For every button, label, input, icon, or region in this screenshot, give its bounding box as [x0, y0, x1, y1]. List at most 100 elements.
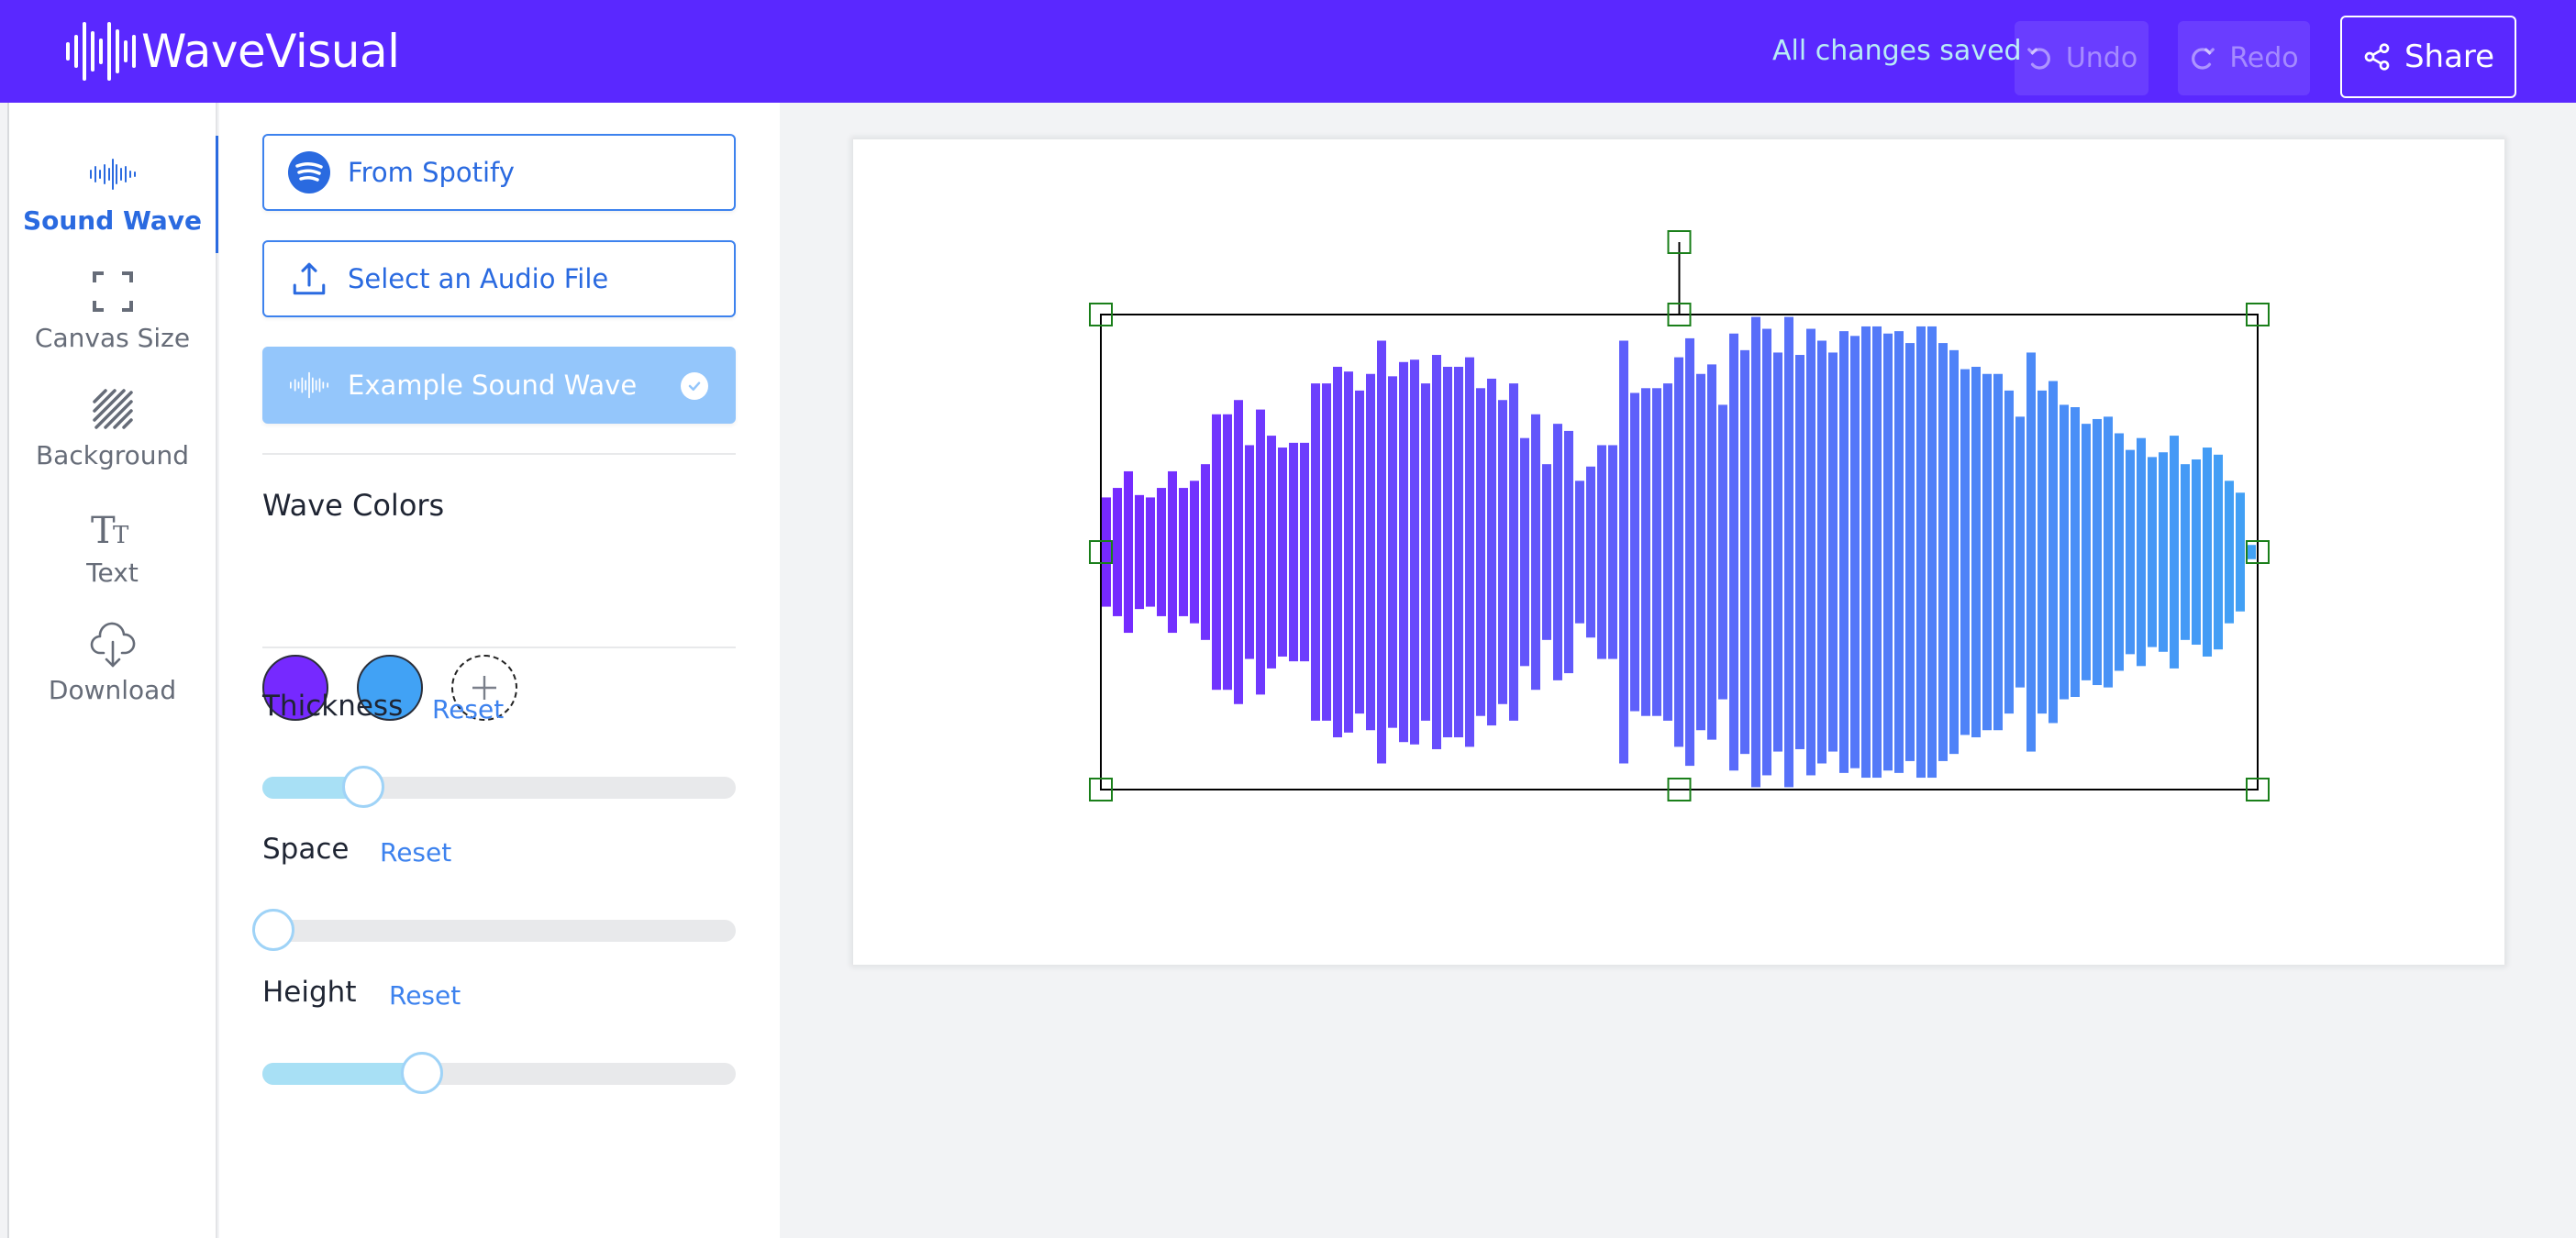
wave-bar [1850, 336, 1860, 768]
wave-bar [2060, 404, 2069, 700]
wave-bar [1377, 340, 1386, 764]
thickness-label: Thickness [262, 690, 404, 723]
wave-bar [1531, 414, 1540, 691]
sidebar-item-background[interactable]: Background [9, 383, 216, 470]
wave-bar [1168, 470, 1177, 634]
background-icon [92, 389, 133, 429]
sidebar-label: Sound Wave [22, 205, 203, 236]
sidebar-item-download[interactable]: Download [9, 618, 216, 705]
wave-bar [2126, 449, 2135, 655]
wave-bar [1674, 357, 1683, 747]
selected-check-icon [681, 372, 708, 400]
wave-bar [1795, 355, 1804, 749]
slider-handle[interactable] [401, 1052, 444, 1094]
sound-wave-icon [287, 363, 331, 407]
wave-bar [2236, 492, 2245, 612]
wave-bar [1421, 383, 1430, 721]
wave-bar [1817, 340, 1827, 764]
wave-bar [1916, 326, 1926, 779]
wave-bar [2026, 352, 2036, 752]
undo-button[interactable]: Undo [2015, 21, 2149, 95]
spotify-icon [287, 150, 331, 194]
wave-bar [1729, 333, 1738, 771]
wave-bar [2115, 433, 2124, 671]
wave-bar [1124, 470, 1133, 634]
active-tab-indicator [216, 136, 218, 253]
space-label: Space [262, 833, 350, 866]
wave-bar [1201, 464, 1210, 640]
sidebar-item-text[interactable]: T T Text [9, 501, 216, 588]
wave-bar [2203, 448, 2212, 657]
wave-bar [1355, 390, 1364, 714]
wave-bar [1289, 442, 1298, 662]
space-slider[interactable] [252, 909, 736, 951]
wave-bar [1388, 376, 1397, 728]
sidebar-item-canvas-size[interactable]: Canvas Size [9, 266, 216, 353]
thickness-slider[interactable] [262, 766, 736, 808]
wave-bar [1685, 337, 1694, 767]
wave-bar [1322, 383, 1331, 721]
wave-bar [2082, 424, 2091, 680]
wave-bar [1278, 448, 1287, 657]
share-button[interactable]: Share [2340, 16, 2516, 98]
wave-bar [1366, 373, 1375, 731]
wave-bar [1586, 466, 1595, 638]
wave-bar [1432, 355, 1441, 749]
wave-bar [1784, 316, 1793, 788]
wave-bar [2071, 407, 2080, 697]
wave-bar [2104, 416, 2113, 688]
save-status: All changes saved [1772, 35, 2022, 67]
slider-handle[interactable] [252, 909, 294, 951]
wave-bar [1256, 409, 1265, 695]
slider-handle[interactable] [342, 766, 385, 808]
wave-bar [1520, 437, 1529, 667]
height-reset-link[interactable]: Reset [389, 980, 461, 1011]
wave-bar [2137, 437, 2146, 667]
design-canvas[interactable] [853, 139, 2504, 965]
example-sound-wave-button[interactable]: Example Sound Wave [262, 347, 736, 424]
wave-bar [1630, 392, 1639, 712]
sidebar-item-sound-wave[interactable]: Sound Wave [9, 149, 216, 236]
wave-bar [1960, 369, 1970, 735]
wave-bar [1465, 357, 1474, 747]
wave-bar [1212, 414, 1221, 691]
wave-bar [1949, 349, 1959, 755]
svg-text:T: T [91, 510, 116, 552]
space-reset-link[interactable]: Reset [380, 837, 451, 868]
wave-bar [2093, 418, 2102, 686]
redo-label: Redo [2229, 42, 2299, 74]
wave-bar [2159, 452, 2168, 652]
wave-bar [1619, 340, 1628, 764]
wave-bar [1300, 442, 1309, 662]
thickness-reset-link[interactable]: Reset [432, 694, 504, 724]
undo-label: Undo [2065, 42, 2138, 74]
example-sound-wave-label: Example Sound Wave [348, 370, 638, 401]
wave-bar [1102, 497, 1111, 607]
redo-button[interactable]: Redo [2178, 21, 2310, 95]
wave-bar [1608, 445, 1617, 659]
wave-bar [1883, 333, 1893, 771]
share-icon [2364, 43, 2390, 71]
wave-bar [2247, 545, 2256, 559]
wave-colors-title: Wave Colors [262, 488, 445, 523]
app-name: WaveVisual [141, 25, 400, 78]
slider-fill [262, 1063, 423, 1085]
height-slider[interactable] [262, 1052, 736, 1094]
wave-bar [1861, 326, 1871, 779]
cloud-download-icon [90, 622, 135, 668]
wave-bar [1498, 400, 1507, 704]
wave-bar [1344, 371, 1353, 733]
from-spotify-button[interactable]: From Spotify [262, 134, 736, 211]
wave-bar [1399, 361, 1408, 743]
wave-bar [1993, 373, 2003, 731]
app-logo[interactable]: WaveVisual [64, 20, 400, 83]
wave-bar [2192, 459, 2201, 646]
sidebar-label: Text [86, 558, 139, 588]
select-audio-file-button[interactable]: Select an Audio File [262, 240, 736, 317]
wave-bar [2181, 464, 2190, 640]
wave-bar [1476, 388, 1485, 716]
wave-bar [1663, 383, 1672, 721]
sound-wave-graphic[interactable] [853, 139, 2504, 965]
wave-bar [1311, 383, 1320, 721]
wave-bar [1410, 359, 1419, 745]
